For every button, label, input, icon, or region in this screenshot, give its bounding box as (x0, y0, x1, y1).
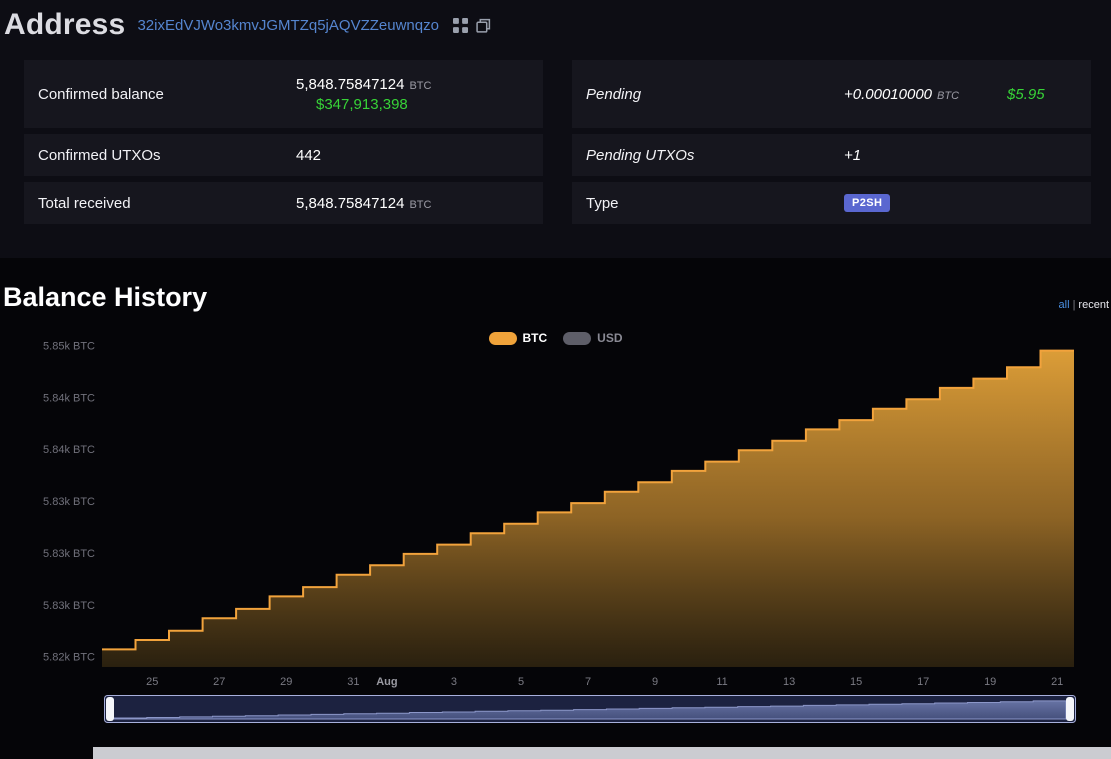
pending-row: Pending +0.00010000 BTC $5.95 (572, 60, 1091, 128)
btc-color-swatch (488, 332, 516, 345)
svg-text:13: 13 (783, 676, 795, 688)
chart-legend: BTC USD (488, 331, 622, 345)
balance-chart-plot[interactable]: 5.82k BTC 5.83k BTC 5.83k BTC 5.83k BTC 5.84… (0, 315, 1111, 693)
page-header: Address 32ixEdVJWo3kmvJGMTZq5jAQVZZeuwnq… (0, 0, 1111, 48)
navigator-right-handle[interactable] (1066, 697, 1074, 721)
summary-left-column: Confirmed balance 5,848.75847124 BTC $34… (24, 60, 543, 224)
svg-text:5.83k BTC: 5.83k BTC (43, 548, 95, 560)
svg-text:7: 7 (585, 676, 591, 688)
horizontal-scrollbar[interactable] (93, 747, 1111, 759)
svg-text:27: 27 (213, 676, 225, 688)
legend-item-usd[interactable]: USD (563, 331, 622, 345)
confirmed-utxos-label: Confirmed UTXOs (38, 147, 296, 164)
svg-text:29: 29 (280, 676, 292, 688)
balance-chart[interactable]: BTC USD 5.82k BTC5.83k BTC5.83k B (0, 315, 1111, 723)
svg-text:19: 19 (984, 676, 996, 688)
usd-color-swatch (563, 332, 591, 345)
type-label: Type (586, 195, 844, 212)
page-title: Address (4, 8, 125, 42)
svg-text:5.83k BTC: 5.83k BTC (43, 600, 95, 612)
legend-item-btc[interactable]: BTC (488, 331, 547, 345)
pending-label: Pending (586, 86, 844, 103)
pending-utxos-value: +1 (844, 147, 861, 164)
total-received-value: 5,848.75847124 (296, 195, 404, 212)
svg-text:5.84k BTC: 5.84k BTC (43, 392, 95, 404)
svg-text:25: 25 (146, 676, 158, 688)
svg-text:5.83k BTC: 5.83k BTC (43, 496, 95, 508)
svg-text:11: 11 (716, 676, 727, 688)
legend-label-btc: BTC (522, 331, 547, 345)
range-link-separator: | (1073, 299, 1076, 311)
total-received-label: Total received (38, 195, 296, 212)
confirmed-balance-label: Confirmed balance (38, 86, 296, 103)
legend-label-usd: USD (597, 331, 622, 345)
summary-right-column: Pending +0.00010000 BTC $5.95 Pending UT… (572, 60, 1091, 224)
svg-text:Aug: Aug (376, 676, 397, 688)
svg-text:3: 3 (451, 676, 457, 688)
balance-history-section: Balance History all|recent BTC USD (0, 258, 1111, 759)
qr-code-icon[interactable] (453, 18, 468, 33)
svg-text:5.84k BTC: 5.84k BTC (43, 444, 95, 456)
pending-utxos-label: Pending UTXOs (586, 147, 844, 164)
svg-text:5: 5 (518, 676, 524, 688)
address-link[interactable]: 32ixEdVJWo3kmvJGMTZq5jAQVZZeuwnqzo (137, 17, 439, 34)
confirmed-balance-row: Confirmed balance 5,848.75847124 BTC $34… (24, 60, 543, 128)
btc-unit: BTC (409, 80, 431, 92)
svg-text:21: 21 (1051, 676, 1063, 688)
svg-text:31: 31 (347, 676, 359, 688)
svg-text:5.85k BTC: 5.85k BTC (43, 340, 95, 352)
svg-text:17: 17 (917, 676, 929, 688)
svg-text:9: 9 (652, 676, 658, 688)
confirmed-utxos-row: Confirmed UTXOs 442 (24, 134, 543, 176)
type-row: Type P2SH (572, 182, 1091, 224)
confirmed-balance-value: 5,848.75847124 (296, 76, 404, 93)
chart-y-axis: 5.82k BTC 5.83k BTC 5.83k BTC 5.83k BTC 5.84… (43, 340, 95, 663)
navigator-left-handle[interactable] (106, 697, 114, 721)
range-link-all[interactable]: all (1059, 299, 1070, 311)
chart-navigator[interactable] (104, 695, 1076, 723)
copy-address-icon[interactable] (476, 18, 491, 33)
svg-text:15: 15 (850, 676, 862, 688)
range-link-recent[interactable]: recent (1078, 299, 1109, 311)
btc-unit: BTC (409, 199, 431, 211)
address-summary: Confirmed balance 5,848.75847124 BTC $34… (0, 48, 1111, 244)
confirmed-utxos-value: 442 (296, 147, 321, 164)
balance-history-title: Balance History (3, 282, 207, 313)
chart-x-axis: 25 27 29 31 Aug 3 5 7 9 11 13 15 17 19 21 (146, 676, 1063, 688)
btc-unit: BTC (937, 90, 959, 102)
pending-usd: $5.95 (1007, 86, 1045, 103)
chart-area-series (102, 351, 1074, 667)
address-type-badge[interactable]: P2SH (844, 194, 890, 212)
svg-text:5.82k BTC: 5.82k BTC (43, 652, 95, 664)
range-links: all|recent (1059, 299, 1109, 313)
confirmed-balance-usd: $347,913,398 (316, 96, 431, 113)
total-received-row: Total received 5,848.75847124 BTC (24, 182, 543, 224)
pending-value: +0.00010000 (844, 86, 932, 103)
pending-utxos-row: Pending UTXOs +1 (572, 134, 1091, 176)
